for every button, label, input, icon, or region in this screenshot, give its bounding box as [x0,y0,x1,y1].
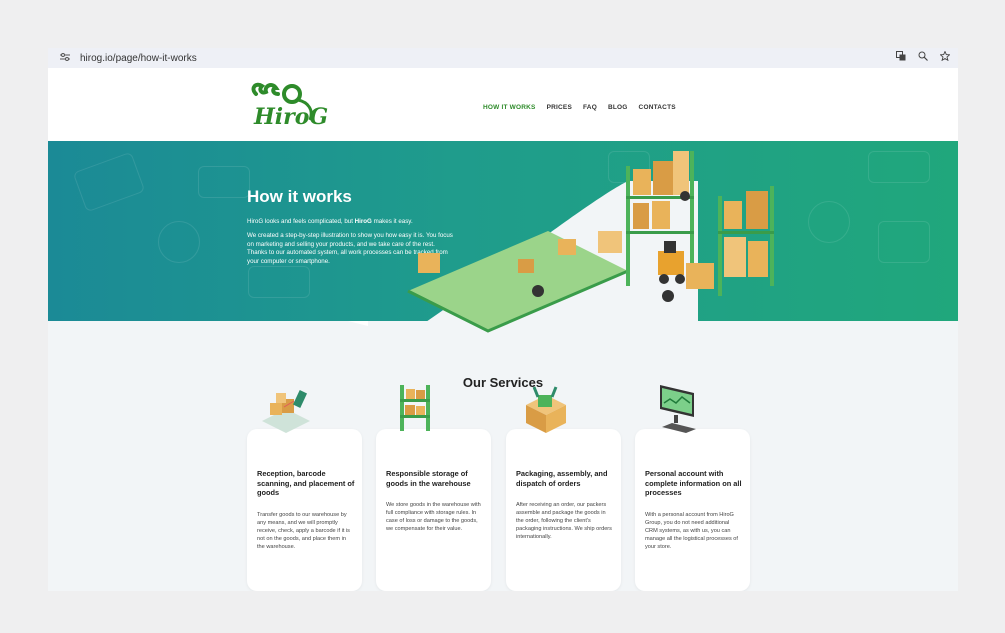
service-card-title: Responsible storage of goods in the ware… [386,469,471,488]
main-nav: HOW IT WORKS PRICES FAQ BLOG CONTACTS [483,104,676,111]
zoom-icon[interactable] [918,51,928,64]
service-card-text: After receiving an order, our packers as… [516,502,612,540]
service-card-packaging: Packaging, assembly, and dispatch of ord… [506,429,621,591]
doodle-cart-outline [878,221,930,263]
hill-background [348,321,688,351]
doodle-truck-outline-2 [248,266,310,298]
service-card-title: Personal account with complete informati… [645,469,742,497]
doodle-truck-outline [72,151,146,213]
nav-blog[interactable]: BLOG [608,104,628,111]
service-card-storage: Responsible storage of goods in the ware… [376,429,491,591]
doodle-globe-outline [808,201,850,243]
service-card-account: Personal account with complete informati… [635,429,750,591]
nav-how-it-works[interactable]: HOW IT WORKS [483,104,536,111]
service-card-text: With a personal account from HiroG Group… [645,512,738,550]
translate-icon[interactable] [896,51,906,64]
site-header: HiroG HOW IT WORKS PRICES FAQ BLOG CONTA… [48,68,958,141]
hero-title: How it works [247,187,352,206]
tune-icon[interactable] [60,52,74,64]
nav-faq[interactable]: FAQ [583,104,597,111]
service-card-text: We store goods in the warehouse with ful… [386,502,481,532]
doodle-truck-outline-3 [868,151,930,183]
doodle-box-outline [198,166,250,198]
computer-monitor-icon [660,385,696,433]
services-title: Our Services [462,375,544,390]
address-bar[interactable]: hirog.io/page/how-it-works [48,48,958,68]
barcode-scanner-icon [262,390,310,433]
service-card-title: Packaging, assembly, and dispatch of ord… [516,469,608,488]
package-icon [526,386,566,433]
nav-contacts[interactable]: CONTACTS [639,104,676,111]
nav-prices[interactable]: PRICES [547,104,572,111]
browser-window: hirog.io/page/how-it-works HiroG HOW IT … [48,48,958,591]
service-card-text: Transfer goods to our warehouse by any m… [257,512,350,550]
star-icon[interactable] [939,50,951,64]
logo-text[interactable]: HiroG [254,104,328,130]
warehouse-illustration [368,151,778,351]
service-card-title: Reception, barcode scanning, and placeme… [257,469,355,497]
service-card-reception: Reception, barcode scanning, and placeme… [247,429,362,591]
url-text[interactable]: hirog.io/page/how-it-works [80,53,197,64]
services-section: Our Services Reception, barcode scanning… [48,321,958,591]
doodle-circle-outline [158,221,200,263]
warehouse-rack-icon [400,385,430,431]
